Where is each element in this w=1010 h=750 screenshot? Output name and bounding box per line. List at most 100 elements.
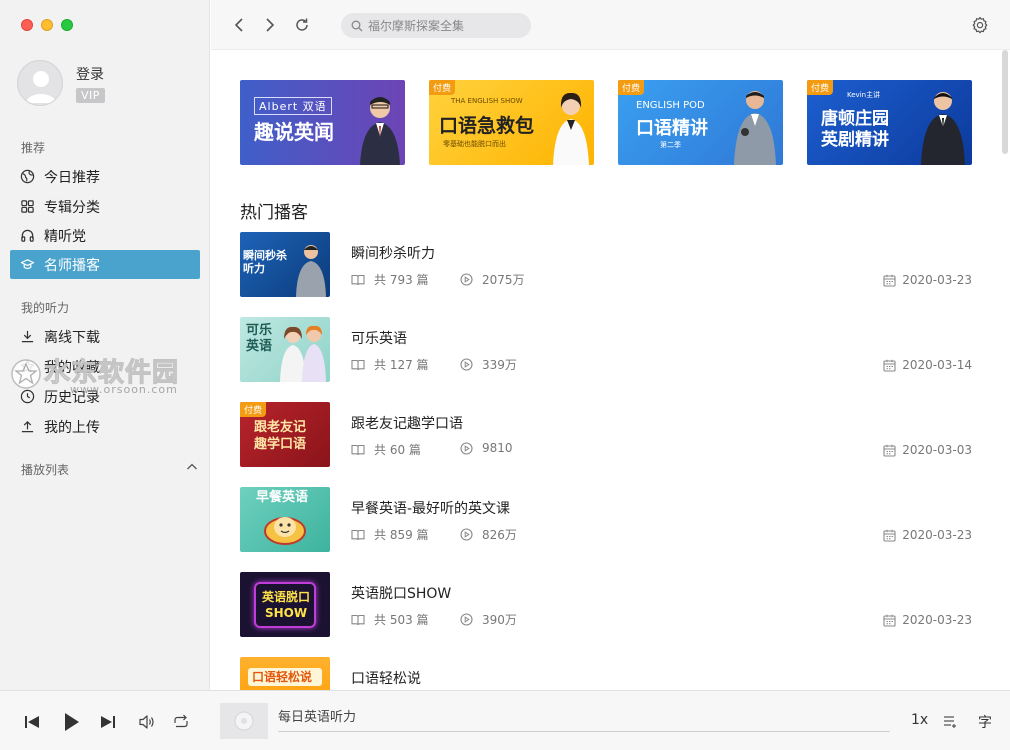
back-button[interactable] — [228, 14, 250, 36]
search-input[interactable] — [368, 18, 528, 33]
podcast-title[interactable]: 跟老友记趣学口语 — [351, 413, 463, 433]
banner-oral-rescue[interactable]: 付费 THA ENGLISH SHOW 口语急救包 零基础也能脱口而出 — [429, 80, 594, 165]
podcast-title[interactable]: 早餐英语-最好听的英文课 — [351, 498, 510, 518]
skip-next-icon — [101, 716, 115, 728]
podcast-thumbnail[interactable]: 可乐英语 — [240, 317, 330, 382]
episode-count: 共 503 篇 — [351, 611, 429, 628]
settings-button[interactable] — [969, 14, 991, 36]
calendar-icon — [883, 529, 896, 542]
banner-title: 口语精讲 — [636, 118, 708, 139]
volume-icon — [139, 715, 154, 729]
subtitle-toggle-button[interactable]: 字 — [978, 712, 992, 732]
play-circle-icon — [460, 273, 473, 286]
podcast-row[interactable]: 付费 跟老友记趣学口语 跟老友记趣学口语 共 60 篇 9810 2020-03… — [240, 402, 972, 467]
mascot-image — [264, 517, 306, 545]
calendar-icon — [883, 359, 896, 372]
podcast-thumbnail[interactable]: 瞬间秒杀听力 — [240, 232, 330, 297]
playlist-button[interactable] — [940, 711, 962, 733]
play-circle-icon — [460, 528, 473, 541]
avatar[interactable] — [17, 60, 63, 106]
banner-downton-abbey[interactable]: 付费 Kevin主讲 唐顿庄园 英剧精讲 — [807, 80, 972, 165]
podcast-row[interactable]: 可乐英语 可乐英语 共 127 篇 339万 2020-03-14 — [240, 317, 972, 382]
zoom-window-button[interactable] — [61, 19, 73, 31]
chevron-up-icon[interactable] — [186, 461, 198, 473]
presenter-image — [553, 92, 589, 165]
repeat-button[interactable] — [170, 711, 192, 733]
presenter-image — [921, 92, 965, 165]
play-count-text: 339万 — [482, 358, 517, 372]
search-box[interactable] — [341, 13, 531, 38]
banner-albert[interactable]: Albert 双语 趣说英闻 — [240, 80, 405, 165]
podcast-title[interactable]: 可乐英语 — [351, 328, 407, 348]
forward-button[interactable] — [259, 14, 281, 36]
banner-tagline: Albert 双语 — [254, 97, 332, 115]
sidebar-item-albums[interactable]: 专辑分类 — [10, 192, 200, 221]
section-title-playlist[interactable]: 播放列表 — [21, 461, 69, 478]
podcast-row[interactable]: 早餐英语 早餐英语-最好听的英文课 共 859 篇 826万 2020-03-2… — [240, 487, 972, 552]
presenter-image — [360, 97, 400, 165]
gear-icon — [972, 16, 988, 34]
refresh-icon — [296, 18, 308, 31]
user-profile[interactable]: 登录 VIP — [17, 60, 105, 106]
sidebar-item-teacher-podcast[interactable]: 名师播客 — [10, 250, 200, 279]
sidebar-item-my-uploads[interactable]: 我的上传 — [10, 412, 200, 441]
paid-badge: 付费 — [429, 80, 456, 95]
paid-badge: 付费 — [807, 80, 834, 95]
banner-subtitle: 零基础也能脱口而出 — [443, 140, 506, 148]
banner-english-pod[interactable]: 付费 ENGLISH POD 口语精讲 第二季 — [618, 80, 783, 165]
podcast-thumbnail[interactable]: 付费 跟老友记趣学口语 — [240, 402, 330, 467]
episode-count: 共 127 篇 — [351, 356, 429, 373]
podcast-title[interactable]: 英语脱口SHOW — [351, 583, 451, 603]
paid-badge: 付费 — [240, 402, 267, 417]
skip-previous-icon — [25, 716, 39, 728]
update-date: 2020-03-23 — [883, 273, 972, 287]
sidebar: 登录 VIP 推荐 今日推荐 专辑分类 精听党 名师播客 我的听力 离线下载 我… — [0, 0, 210, 690]
podcast-title[interactable]: 瞬间秒杀听力 — [351, 243, 435, 263]
update-date: 2020-03-03 — [883, 443, 972, 457]
sidebar-item-label: 历史记录 — [44, 389, 100, 406]
podcast-thumbnail[interactable]: 早餐英语 — [240, 487, 330, 552]
podcast-row[interactable]: 英语脱口SHOW 英语脱口SHOW 共 503 篇 390万 2020-03-2… — [240, 572, 972, 637]
sidebar-item-today[interactable]: 今日推荐 — [10, 162, 200, 191]
sidebar-item-history[interactable]: 历史记录 — [10, 382, 200, 411]
podcast-row[interactable]: 瞬间秒杀听力 瞬间秒杀听力 共 793 篇 2075万 2020-03-23 — [240, 232, 972, 297]
search-icon — [351, 20, 363, 31]
podcast-title[interactable]: 口语轻松说 — [351, 668, 421, 688]
progress-bar[interactable] — [278, 731, 890, 732]
play-count: 9810 — [460, 441, 513, 455]
sidebar-item-intensive[interactable]: 精听党 — [10, 221, 200, 250]
podcast-thumbnail[interactable]: 英语脱口SHOW — [240, 572, 330, 637]
play-count: 390万 — [460, 611, 517, 628]
book-icon — [351, 614, 365, 625]
presenter-image — [296, 245, 326, 297]
close-window-button[interactable] — [21, 19, 33, 31]
play-button[interactable] — [60, 711, 82, 733]
book-icon — [351, 359, 365, 370]
podcast-thumbnail[interactable]: 口语轻松说 — [240, 657, 330, 690]
download-icon — [21, 330, 34, 343]
sidebar-item-favorites[interactable]: 我的收藏 — [10, 352, 200, 381]
star-icon — [21, 360, 34, 373]
login-link[interactable]: 登录 — [76, 64, 105, 84]
now-playing-cover[interactable] — [220, 703, 268, 739]
playback-speed-button[interactable]: 1x — [911, 712, 928, 728]
sidebar-item-label: 我的上传 — [44, 419, 100, 436]
refresh-button[interactable] — [291, 14, 313, 36]
scrollbar-thumb[interactable] — [1002, 50, 1008, 154]
thumbnail-text: 跟老友记趣学口语 — [254, 420, 307, 452]
graduation-cap-icon — [20, 259, 35, 270]
volume-button[interactable] — [136, 711, 158, 733]
podcast-row[interactable]: 口语轻松说 口语轻松说 — [240, 657, 972, 690]
minimize-window-button[interactable] — [41, 19, 53, 31]
avatar-placeholder-icon — [26, 71, 56, 103]
sidebar-item-offline-download[interactable]: 离线下载 — [10, 322, 200, 351]
vip-badge: VIP — [76, 87, 105, 103]
next-button[interactable] — [97, 711, 119, 733]
previous-button[interactable] — [21, 711, 43, 733]
calendar-icon — [883, 614, 896, 627]
thumbnail-text: 可乐英语 — [246, 323, 273, 354]
repeat-icon — [174, 714, 188, 728]
presenter-image — [280, 325, 326, 382]
update-date: 2020-03-14 — [883, 358, 972, 372]
banner-subtitle: 第二季 — [660, 141, 681, 149]
